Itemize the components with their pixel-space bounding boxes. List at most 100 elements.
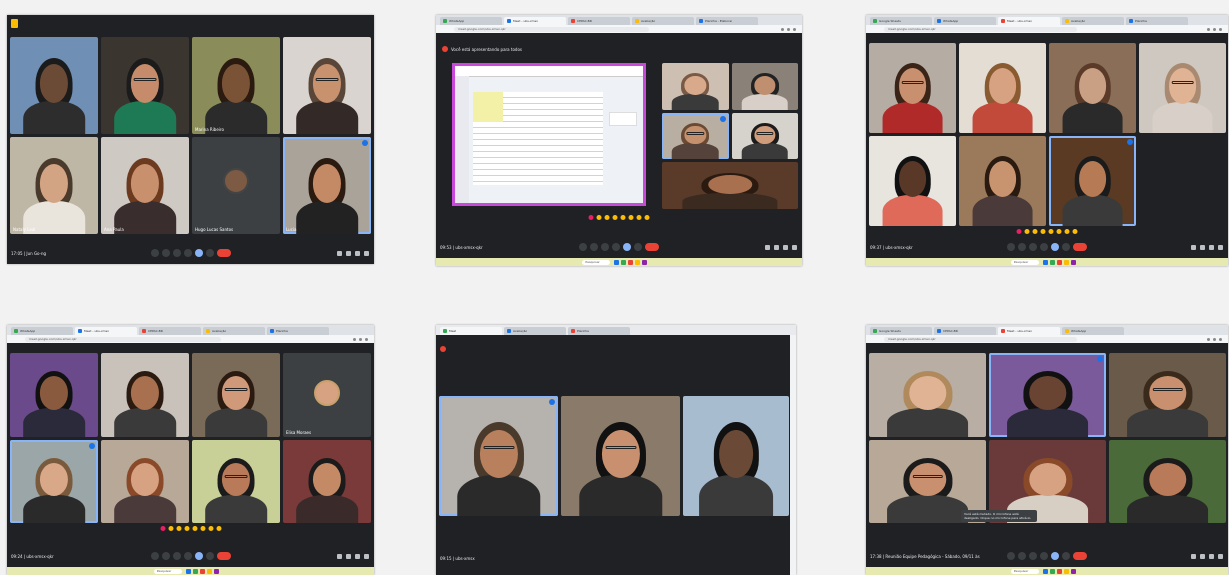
participant-tile[interactable] (662, 63, 729, 110)
participant-tile[interactable] (561, 396, 681, 516)
mic-icon[interactable] (579, 243, 587, 251)
more-icon[interactable] (205, 249, 214, 257)
raise-hand-icon[interactable] (183, 552, 192, 560)
raise-hand-icon[interactable] (1040, 552, 1048, 560)
chat-icon[interactable] (355, 250, 360, 256)
browser-tab[interactable]: Planilha (568, 327, 630, 335)
participant-tile[interactable] (959, 43, 1046, 133)
info-icon[interactable] (337, 250, 342, 256)
end-call-icon[interactable] (1073, 243, 1087, 251)
people-icon[interactable] (1200, 553, 1205, 559)
address-bar[interactable]: meet.google.com/ubs-xmsx-qkr (884, 336, 1078, 342)
activities-icon[interactable] (364, 553, 369, 559)
browser-tab[interactable]: WhatsApp (11, 327, 73, 335)
participant-tile[interactable] (192, 439, 280, 523)
more-icon[interactable] (1062, 243, 1070, 251)
end-call-icon[interactable] (1073, 552, 1087, 560)
end-call-icon[interactable] (216, 552, 231, 560)
chat-icon[interactable] (1209, 244, 1214, 250)
participant-tile[interactable] (662, 112, 729, 160)
chat-icon[interactable] (355, 553, 360, 559)
browser-tab[interactable]: Meet - ubs-xmsx (998, 327, 1060, 335)
mic-icon[interactable] (150, 552, 159, 560)
participant-tile[interactable] (10, 353, 98, 437)
participant-tile[interactable] (1139, 43, 1226, 133)
mic-icon[interactable] (1007, 552, 1015, 560)
participant-tile[interactable] (731, 112, 798, 160)
participant-tile[interactable]: Marina Ribeiro (192, 37, 280, 134)
taskbar-search[interactable]: Pesquisar (582, 259, 611, 265)
participant-tile[interactable] (101, 37, 189, 134)
present-icon[interactable] (194, 552, 203, 560)
browser-tab[interactable]: WhatsApp (440, 17, 502, 25)
people-icon[interactable] (774, 244, 779, 250)
info-icon[interactable] (765, 244, 770, 250)
participant-tile[interactable] (1109, 353, 1226, 437)
address-bar[interactable]: meet.google.com/ubs-xmsx-qkr (454, 26, 650, 32)
participant-tile[interactable]: Nataly Leal (10, 137, 98, 234)
end-call-icon[interactable] (216, 249, 231, 257)
participant-tile[interactable] (869, 43, 956, 133)
browser-tab[interactable]: Avaliação (1062, 17, 1124, 25)
participant-tile[interactable]: Ana Paula (101, 137, 189, 234)
captions-icon[interactable] (1029, 552, 1037, 560)
present-icon[interactable] (1051, 243, 1059, 251)
browser-tab[interactable]: Google Sheets (870, 17, 932, 25)
taskbar-search[interactable]: Pesquisar (1010, 568, 1039, 574)
participant-tile[interactable]: Hugo Lucas Santos (192, 137, 280, 234)
participant-tile[interactable] (683, 396, 789, 516)
participant-tile[interactable] (10, 439, 98, 523)
participant-tile[interactable] (283, 439, 371, 523)
participant-tile[interactable] (283, 37, 371, 134)
participant-tile[interactable] (989, 353, 1106, 437)
browser-tab[interactable]: Meet (440, 327, 502, 335)
participant-tile[interactable] (869, 136, 956, 226)
participant-tile[interactable] (869, 353, 986, 437)
camera-icon[interactable] (590, 243, 598, 251)
camera-icon[interactable] (1018, 243, 1026, 251)
browser-tab[interactable]: Meet - ubs-xmsx (504, 17, 566, 25)
captions-icon[interactable] (172, 552, 181, 560)
browser-scrollbar[interactable] (790, 335, 796, 575)
more-icon[interactable] (205, 552, 214, 560)
taskbar-search[interactable]: Pesquisar (153, 568, 182, 574)
people-icon[interactable] (346, 250, 351, 256)
browser-tab[interactable]: CEPAC-BR (139, 327, 201, 335)
participant-tile[interactable] (192, 353, 280, 437)
more-icon[interactable] (1062, 552, 1070, 560)
participant-tile[interactable]: Lucia (283, 137, 371, 234)
browser-tab[interactable]: Planilha (267, 327, 329, 335)
activities-icon[interactable] (364, 250, 369, 256)
present-icon[interactable] (194, 249, 203, 257)
camera-icon[interactable] (161, 249, 170, 257)
chat-icon[interactable] (1209, 553, 1214, 559)
people-icon[interactable] (1200, 244, 1205, 250)
raise-hand-icon[interactable] (612, 243, 620, 251)
taskbar-search[interactable]: Pesquisar (1010, 259, 1039, 265)
activities-icon[interactable] (792, 244, 797, 250)
camera-icon[interactable] (161, 552, 170, 560)
browser-tab[interactable]: Avaliação (504, 327, 566, 335)
participant-tile[interactable] (101, 353, 189, 437)
participant-tile[interactable] (439, 396, 559, 516)
participant-tile[interactable] (1109, 439, 1226, 523)
address-bar[interactable]: meet.google.com/ubs-xmsx-qkr (25, 336, 221, 342)
activities-icon[interactable] (1218, 553, 1223, 559)
browser-tab[interactable]: CEPAC-BR (568, 17, 630, 25)
present-icon[interactable] (1051, 552, 1059, 560)
browser-tab[interactable]: WhatsApp (1062, 327, 1124, 335)
browser-tab[interactable]: Meet - ubs-xmsx (998, 17, 1060, 25)
browser-tab[interactable]: Planilha (1126, 17, 1188, 25)
participant-tile[interactable] (10, 37, 98, 134)
activities-icon[interactable] (1218, 244, 1223, 250)
browser-tab[interactable]: Avaliação (632, 17, 694, 25)
captions-icon[interactable] (601, 243, 609, 251)
more-icon[interactable] (634, 243, 642, 251)
mic-icon[interactable] (1007, 243, 1015, 251)
raise-hand-icon[interactable] (1040, 243, 1048, 251)
participant-tile[interactable]: Elisa Moraes (283, 353, 371, 437)
info-icon[interactable] (337, 553, 342, 559)
participant-tile[interactable] (101, 439, 189, 523)
participant-tile[interactable] (1049, 136, 1136, 226)
browser-tab[interactable]: CEPAC-BR (934, 327, 996, 335)
